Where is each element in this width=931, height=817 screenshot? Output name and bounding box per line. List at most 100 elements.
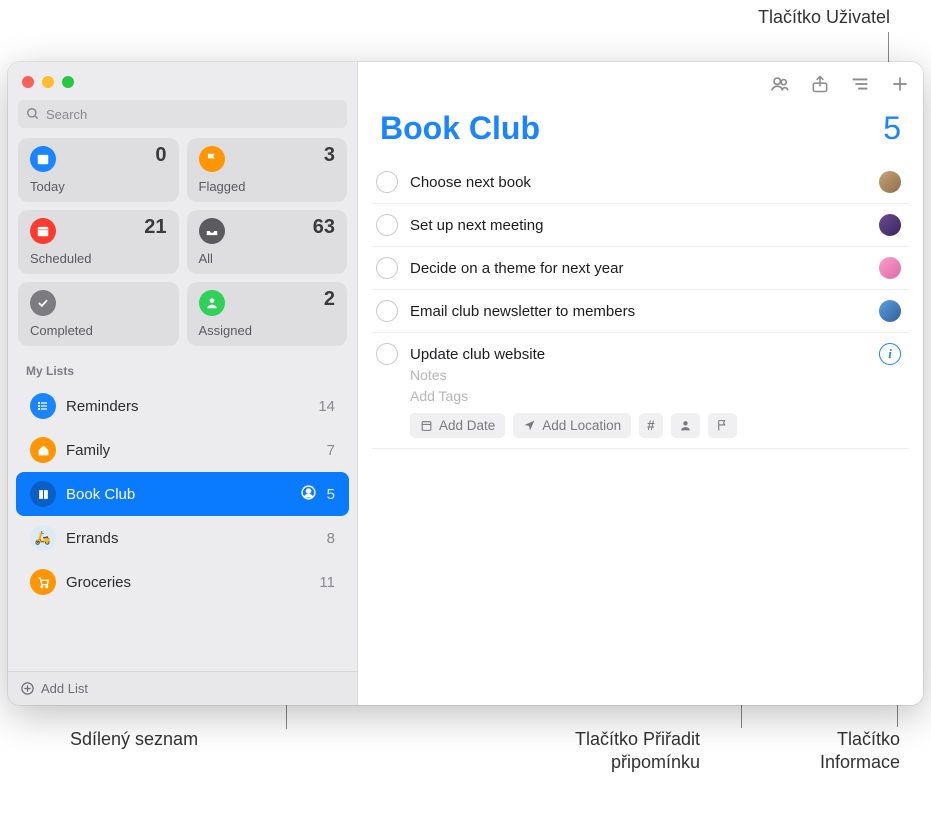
list-name: Reminders [66,398,318,415]
flag-icon [716,419,729,432]
sidebar-item-book-club[interactable]: Book Club 5 [16,472,349,516]
check-icon [30,290,56,316]
sidebar: Search 0 Today 3 Flagged 21 Scheduled 63 [8,62,358,705]
notes-field[interactable]: Notes [410,365,901,386]
smart-scheduled[interactable]: 21 Scheduled [18,210,179,274]
smart-lists-grid: 0 Today 3 Flagged 21 Scheduled 63 All [8,138,357,356]
tray-icon [199,218,225,244]
smart-label: Scheduled [30,251,91,266]
smart-assigned[interactable]: 2 Assigned [187,282,348,346]
complete-checkbox[interactable] [376,300,398,322]
smart-count: 21 [144,216,166,239]
my-lists: Reminders 14 Family 7 Book Club 5 🛵 Erra… [8,384,357,671]
hash-icon: # [647,418,655,433]
zoom-window-button[interactable] [62,76,74,88]
complete-checkbox[interactable] [376,257,398,279]
close-window-button[interactable] [22,76,34,88]
scooter-icon: 🛵 [30,525,56,551]
location-icon [523,419,536,432]
toolbar [358,62,923,106]
list-title: Book Club [380,110,540,147]
list-count: 11 [319,574,335,591]
complete-checkbox[interactable] [376,171,398,193]
list-name: Book Club [66,486,300,503]
share-icon [810,74,830,94]
list-icon [30,393,56,419]
flag-button[interactable] [708,413,737,438]
list-indent-icon [849,73,871,95]
tags-field[interactable]: Add Tags [410,386,901,407]
reminder-title: Set up next meeting [410,217,871,234]
list-header: Book Club 5 [358,106,923,161]
smart-all[interactable]: 63 All [187,210,348,274]
person-icon [199,290,225,316]
reminder-row[interactable]: Choose next book [372,161,909,204]
my-lists-header: My Lists [8,356,357,384]
list-name: Family [66,442,327,459]
smart-today[interactable]: 0 Today [18,138,179,202]
collaborate-button[interactable] [769,73,791,95]
assignee-avatar[interactable] [879,257,901,279]
search-icon [26,107,40,121]
list-count: 14 [318,398,335,415]
reminder-row[interactable]: Email club newsletter to members [372,290,909,333]
sidebar-item-reminders[interactable]: Reminders 14 [16,384,349,428]
smart-count: 63 [313,216,335,239]
assignee-avatar[interactable] [879,171,901,193]
smart-completed[interactable]: Completed [18,282,179,346]
callout-line [888,32,889,64]
search-input[interactable]: Search [18,100,347,128]
calendar-icon [30,218,56,244]
reminder-row-expanded[interactable]: Update club website i Notes Add Tags Add… [372,333,909,449]
search-placeholder: Search [46,107,87,122]
info-button[interactable]: i [879,343,901,365]
complete-checkbox[interactable] [376,343,398,365]
callout-info-button: Tlačítko Informace [790,728,900,775]
callout-user-button: Tlačítko Uživatel [710,6,890,29]
new-reminder-button[interactable] [889,73,911,95]
sidebar-item-family[interactable]: Family 7 [16,428,349,472]
reminder-title: Choose next book [410,174,871,191]
add-list-button[interactable]: Add List [8,671,357,705]
callout-assign-button: Tlačítko Přiřadit připomínku [520,728,700,775]
reminder-title: Decide on a theme for next year [410,260,871,277]
cart-icon [30,569,56,595]
plus-circle-icon [20,681,35,696]
sidebar-item-errands[interactable]: 🛵 Errands 8 [16,516,349,560]
add-location-button[interactable]: Add Location [513,413,631,438]
main-panel: Book Club 5 Choose next book Set up next… [358,62,923,705]
view-options-button[interactable] [849,73,871,95]
share-button[interactable] [809,73,831,95]
list-count: 7 [327,442,335,459]
smart-label: Assigned [199,323,252,338]
smart-count: 3 [324,144,335,167]
assignee-avatar[interactable] [879,214,901,236]
flag-icon [199,146,225,172]
list-count-large: 5 [883,110,901,147]
plus-icon [890,74,910,94]
add-date-button[interactable]: Add Date [410,413,505,438]
home-icon [30,437,56,463]
list-count: 8 [327,530,335,547]
add-location-label: Add Location [542,418,621,433]
minimize-window-button[interactable] [42,76,54,88]
add-list-label: Add List [41,681,88,696]
list-name: Groceries [66,574,319,591]
calendar-icon [30,146,56,172]
assign-button[interactable] [671,413,700,438]
reminder-row[interactable]: Decide on a theme for next year [372,247,909,290]
person-icon [679,419,692,432]
add-tag-button[interactable]: # [639,413,663,438]
smart-flagged[interactable]: 3 Flagged [187,138,348,202]
sidebar-item-groceries[interactable]: Groceries 11 [16,560,349,604]
reminder-row[interactable]: Set up next meeting [372,204,909,247]
smart-label: All [199,251,213,266]
window-controls [22,76,74,88]
people-icon [769,73,791,95]
smart-label: Today [30,179,65,194]
smart-count: 0 [155,144,166,167]
calendar-icon [420,419,433,432]
assignee-avatar[interactable] [879,300,901,322]
complete-checkbox[interactable] [376,214,398,236]
app-window: Search 0 Today 3 Flagged 21 Scheduled 63 [8,62,923,705]
